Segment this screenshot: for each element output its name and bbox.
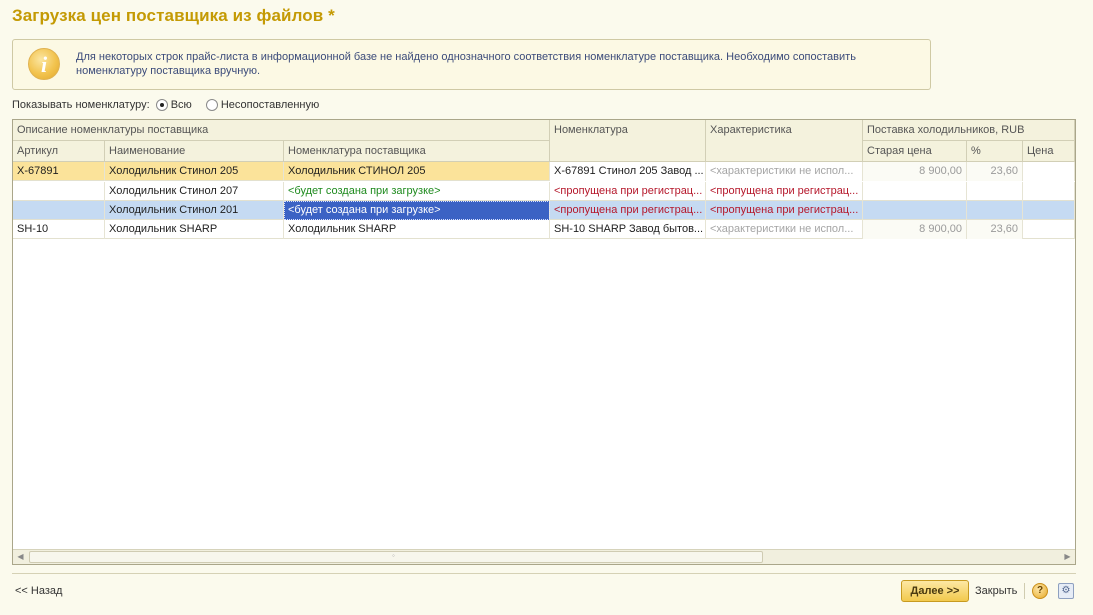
close-link[interactable]: Закрыть bbox=[975, 585, 1017, 597]
header-nomenclature[interactable]: Номенклатура bbox=[550, 120, 706, 162]
footer-separator bbox=[1024, 583, 1025, 599]
header-price[interactable]: Цена bbox=[1023, 141, 1075, 162]
header-name[interactable]: Наименование bbox=[105, 141, 284, 162]
radio-unmatched-dot[interactable] bbox=[205, 99, 218, 111]
cell-name[interactable]: Холодильник Стинол 201 bbox=[105, 201, 284, 220]
cell-characteristic[interactable]: <характеристики не испол... bbox=[706, 162, 863, 181]
page-title: Загрузка цен поставщика из файлов * bbox=[12, 6, 335, 25]
next-button[interactable]: Далее >> bbox=[901, 580, 969, 602]
cell-article[interactable] bbox=[13, 201, 105, 220]
price-table: Описание номенклатуры поставщика Номенкл… bbox=[12, 119, 1076, 565]
cell-name[interactable]: Холодильник SHARP bbox=[105, 220, 284, 239]
cell-old-price: 8 900,00 bbox=[863, 162, 967, 181]
cell-article[interactable] bbox=[13, 182, 105, 201]
cell-percent[interactable] bbox=[967, 182, 1023, 201]
radio-all-dot[interactable] bbox=[155, 99, 168, 111]
header-characteristic[interactable]: Характеристика bbox=[706, 120, 863, 162]
cell-characteristic[interactable]: <характеристики не испол... bbox=[706, 220, 863, 239]
cell-supplier-nomenclature-focused[interactable]: <будет создана при загрузке> bbox=[284, 201, 550, 220]
cell-supplier-nomenclature[interactable]: Холодильник СТИНОЛ 205 bbox=[284, 162, 550, 181]
footer-divider bbox=[12, 573, 1076, 574]
scrollbar-thumb[interactable]: ◦ bbox=[29, 551, 763, 563]
table-row[interactable]: Холодильник Стинол 207 <будет создана пр… bbox=[13, 182, 1075, 201]
radio-unmatched-label: Несопоставленную bbox=[220, 99, 320, 111]
cell-nomenclature[interactable]: <пропущена при регистрац... bbox=[550, 182, 706, 201]
back-link[interactable]: << Назад bbox=[15, 585, 62, 597]
cell-nomenclature[interactable]: SH-10 SHARP Завод бытов... bbox=[550, 220, 706, 239]
settings-icon[interactable]: ⚙ bbox=[1058, 583, 1074, 599]
cell-old-price bbox=[863, 201, 967, 220]
grip-icon: ◦ bbox=[392, 551, 395, 560]
info-text: Для некоторых строк прайс-листа в информ… bbox=[76, 51, 856, 77]
cell-article[interactable]: X-67891 bbox=[13, 162, 105, 181]
cell-price[interactable] bbox=[1023, 182, 1075, 201]
header-supplier-desc: Описание номенклатуры поставщика bbox=[13, 120, 550, 141]
header-article[interactable]: Артикул bbox=[13, 141, 105, 162]
cell-percent[interactable]: 23,60 bbox=[967, 220, 1023, 239]
header-supplier-nomenclature[interactable]: Номенклатура поставщика bbox=[284, 141, 550, 162]
cell-name[interactable]: Холодильник Стинол 205 bbox=[105, 162, 284, 181]
cell-nomenclature[interactable]: X-67891 Стинол 205 Завод ... bbox=[550, 162, 706, 181]
cell-old-price: 8 900,00 bbox=[863, 220, 967, 239]
cell-name[interactable]: Холодильник Стинол 207 bbox=[105, 182, 284, 201]
header-old-price[interactable]: Старая цена bbox=[863, 141, 967, 162]
info-panel: i Для некоторых строк прайс-листа в инфо… bbox=[12, 39, 931, 90]
filter-label: Показывать номенклатуру: bbox=[12, 99, 150, 111]
radio-unmatched[interactable]: Несопоставленную bbox=[205, 99, 320, 111]
cell-article[interactable]: SH-10 bbox=[13, 220, 105, 239]
cell-supplier-nomenclature[interactable]: <будет создана при загрузке> bbox=[284, 182, 550, 201]
horizontal-scrollbar[interactable]: ◀ ◦ ▶ bbox=[13, 549, 1075, 564]
cell-characteristic[interactable]: <пропущена при регистрац... bbox=[706, 182, 863, 201]
cell-price[interactable] bbox=[1023, 220, 1075, 239]
cell-percent[interactable]: 23,60 bbox=[967, 162, 1023, 181]
header-percent[interactable]: % bbox=[967, 141, 1023, 162]
cell-price[interactable] bbox=[1023, 201, 1075, 220]
info-icon: i bbox=[28, 48, 60, 80]
cell-price[interactable] bbox=[1023, 162, 1075, 181]
table-row[interactable]: X-67891 Холодильник Стинол 205 Холодильн… bbox=[13, 162, 1075, 181]
scroll-right-icon[interactable]: ▶ bbox=[1060, 550, 1075, 564]
cell-percent[interactable] bbox=[967, 201, 1023, 220]
help-icon[interactable]: ? bbox=[1032, 583, 1048, 599]
table-row-selected[interactable]: Холодильник Стинол 201 <будет создана пр… bbox=[13, 201, 1075, 220]
nomenclature-filter: Показывать номенклатуру: Всю Несопоставл… bbox=[12, 98, 319, 112]
header-supply: Поставка холодильников, RUB bbox=[863, 120, 1075, 141]
cell-nomenclature[interactable]: <пропущена при регистрац... bbox=[550, 201, 706, 220]
cell-supplier-nomenclature[interactable]: Холодильник SHARP bbox=[284, 220, 550, 239]
cell-old-price bbox=[863, 182, 967, 201]
table-row[interactable]: SH-10 Холодильник SHARP Холодильник SHAR… bbox=[13, 220, 1075, 239]
radio-all-label: Всю bbox=[170, 99, 192, 111]
scroll-left-icon[interactable]: ◀ bbox=[13, 550, 28, 564]
radio-all[interactable]: Всю bbox=[155, 99, 192, 111]
cell-characteristic[interactable]: <пропущена при регистрац... bbox=[706, 201, 863, 220]
